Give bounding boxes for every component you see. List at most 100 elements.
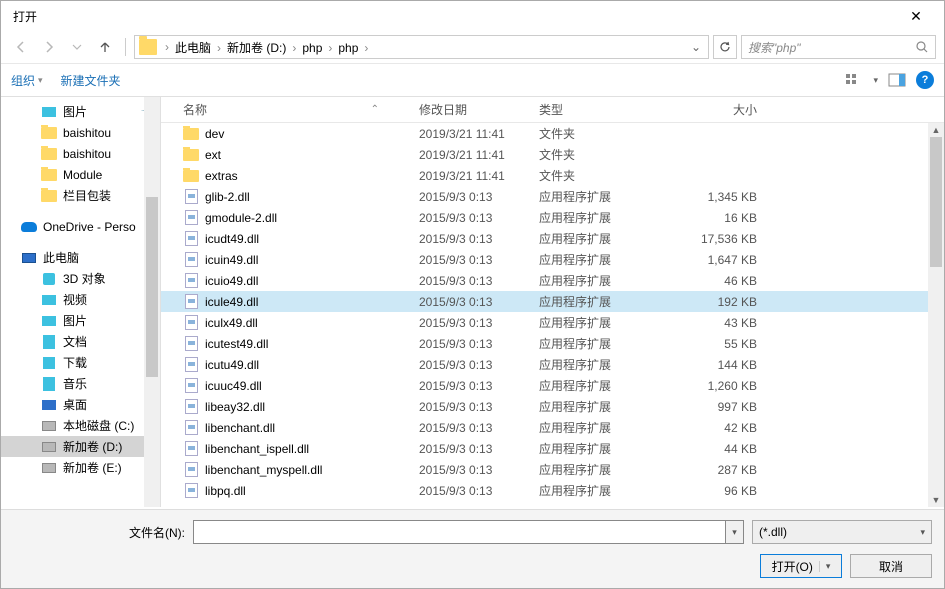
column-size[interactable]: 大小 [657, 101, 767, 118]
chevron-right-icon[interactable]: › [163, 40, 171, 54]
tree-item[interactable]: 本地磁盘 (C:) [1, 415, 160, 436]
file-row[interactable]: icuuc49.dll2015/9/3 0:13应用程序扩展1,260 KB [161, 375, 944, 396]
tree-item[interactable]: 此电脑 [1, 247, 160, 268]
file-size: 42 KB [657, 421, 767, 435]
file-row[interactable]: libeay32.dll2015/9/3 0:13应用程序扩展997 KB [161, 396, 944, 417]
file-row[interactable]: dev2019/3/21 11:41文件夹 [161, 123, 944, 144]
breadcrumb-segment[interactable]: php [298, 41, 326, 55]
chevron-right-icon[interactable]: › [362, 41, 370, 55]
file-type: 应用程序扩展 [539, 293, 657, 310]
scroll-down-icon[interactable]: ▼ [928, 493, 944, 507]
file-row[interactable]: libpq.dll2015/9/3 0:13应用程序扩展96 KB [161, 480, 944, 501]
help-button[interactable]: ? [916, 71, 934, 89]
dll-file-icon [183, 484, 199, 498]
open-split-dropdown[interactable]: ▾ [819, 561, 831, 572]
file-name: extras [205, 169, 238, 183]
file-date: 2015/9/3 0:13 [419, 316, 539, 330]
scrollbar-thumb[interactable] [146, 197, 158, 377]
filelist-scrollbar[interactable]: ▲ ▼ [928, 123, 944, 507]
open-button[interactable]: 打开(O)▾ [760, 554, 842, 578]
tree-item[interactable]: 新加卷 (D:) [1, 436, 160, 457]
tree-item[interactable]: Module [1, 164, 160, 185]
file-row[interactable]: glib-2.dll2015/9/3 0:13应用程序扩展1,345 KB [161, 186, 944, 207]
tree-item[interactable]: 3D 对象 [1, 268, 160, 289]
file-row[interactable]: icule49.dll2015/9/3 0:13应用程序扩展192 KB [161, 291, 944, 312]
forward-button[interactable] [37, 35, 61, 59]
tree-item[interactable]: 新加卷 (E:) [1, 457, 160, 478]
file-row[interactable]: icutest49.dll2015/9/3 0:13应用程序扩展55 KB [161, 333, 944, 354]
preview-pane-button[interactable] [888, 73, 906, 87]
filename-input[interactable] [193, 520, 726, 544]
tree-item[interactable]: 下载 [1, 352, 160, 373]
close-button[interactable]: ✕ [896, 8, 936, 25]
tree-item[interactable]: OneDrive - Perso [1, 216, 160, 237]
tree-item[interactable]: baishitou [1, 143, 160, 164]
scrollbar-thumb[interactable] [930, 137, 942, 267]
file-row[interactable]: extras2019/3/21 11:41文件夹 [161, 165, 944, 186]
filename-history-dropdown[interactable]: ▾ [726, 520, 744, 544]
file-date: 2015/9/3 0:13 [419, 337, 539, 351]
file-name: ext [205, 148, 221, 162]
recent-dropdown[interactable] [65, 35, 89, 59]
column-type[interactable]: 类型 [539, 101, 657, 118]
file-type: 应用程序扩展 [539, 419, 657, 436]
search-placeholder: 搜索"php" [748, 39, 915, 56]
breadcrumb-segment[interactable]: 新加卷 (D:) [223, 41, 290, 55]
file-row[interactable]: ext2019/3/21 11:41文件夹 [161, 144, 944, 165]
file-size: 997 KB [657, 400, 767, 414]
file-name: libenchant.dll [205, 421, 275, 435]
new-folder-button[interactable]: 新建文件夹 [61, 72, 121, 89]
breadcrumb-segment[interactable]: php [334, 41, 362, 55]
view-icons-button[interactable] [845, 73, 863, 87]
file-row[interactable]: icuio49.dll2015/9/3 0:13应用程序扩展46 KB [161, 270, 944, 291]
file-row[interactable]: gmodule-2.dll2015/9/3 0:13应用程序扩展16 KB [161, 207, 944, 228]
file-row[interactable]: libenchant.dll2015/9/3 0:13应用程序扩展42 KB [161, 417, 944, 438]
tree-item[interactable]: 视频 [1, 289, 160, 310]
search-input[interactable]: 搜索"php" [741, 35, 936, 59]
file-row[interactable]: libenchant_ispell.dll2015/9/3 0:13应用程序扩展… [161, 438, 944, 459]
tree-item[interactable]: 桌面 [1, 394, 160, 415]
dll-file-icon [183, 316, 199, 330]
file-row[interactable]: libenchant_myspell.dll2015/9/3 0:13应用程序扩… [161, 459, 944, 480]
tree-item-label: 图片 [63, 312, 87, 329]
file-row[interactable]: iculx49.dll2015/9/3 0:13应用程序扩展43 KB [161, 312, 944, 333]
refresh-button[interactable] [713, 35, 737, 59]
address-bar[interactable]: › 此电脑›新加卷 (D:)›php›php› ⌄ [134, 35, 709, 59]
back-button[interactable] [9, 35, 33, 59]
dll-file-icon [183, 442, 199, 456]
file-date: 2015/9/3 0:13 [419, 442, 539, 456]
file-name: glib-2.dll [205, 190, 250, 204]
window-title: 打开 [9, 8, 896, 25]
tree-item[interactable]: 栏目包装 [1, 185, 160, 206]
column-name[interactable]: 名称⌃ [161, 101, 419, 118]
tree-item[interactable]: 图片📌 [1, 101, 160, 122]
file-size: 17,536 KB [657, 232, 767, 246]
file-size: 55 KB [657, 337, 767, 351]
scroll-up-icon[interactable]: ▲ [928, 123, 944, 137]
disk-icon [41, 440, 57, 454]
column-date[interactable]: 修改日期 [419, 101, 539, 118]
view-dropdown[interactable]: ▾ [873, 75, 878, 86]
file-type: 应用程序扩展 [539, 356, 657, 373]
tree-item[interactable]: 音乐 [1, 373, 160, 394]
tree-item[interactable]: 文档 [1, 331, 160, 352]
folder-icon [183, 127, 199, 141]
file-row[interactable]: icudt49.dll2015/9/3 0:13应用程序扩展17,536 KB [161, 228, 944, 249]
address-dropdown[interactable]: ⌄ [688, 40, 704, 54]
breadcrumb-segment[interactable]: 此电脑 [171, 41, 215, 55]
file-row[interactable]: icutu49.dll2015/9/3 0:13应用程序扩展144 KB [161, 354, 944, 375]
filetype-filter[interactable]: (*.dll) ▾ [752, 520, 932, 544]
file-name: icuuc49.dll [205, 379, 262, 393]
cancel-button[interactable]: 取消 [850, 554, 932, 578]
tree-item-label: 此电脑 [43, 249, 79, 266]
file-type: 应用程序扩展 [539, 209, 657, 226]
organize-menu[interactable]: 组织 ▾ [11, 72, 43, 89]
tree-item-label: baishitou [63, 126, 111, 140]
tree-item[interactable]: baishitou [1, 122, 160, 143]
tree-item[interactable]: 图片 [1, 310, 160, 331]
up-button[interactable] [93, 35, 117, 59]
sidebar-scrollbar[interactable] [144, 97, 160, 507]
file-date: 2019/3/21 11:41 [419, 169, 539, 183]
file-row[interactable]: icuin49.dll2015/9/3 0:13应用程序扩展1,647 KB [161, 249, 944, 270]
chevron-right-icon[interactable]: › [215, 41, 223, 55]
